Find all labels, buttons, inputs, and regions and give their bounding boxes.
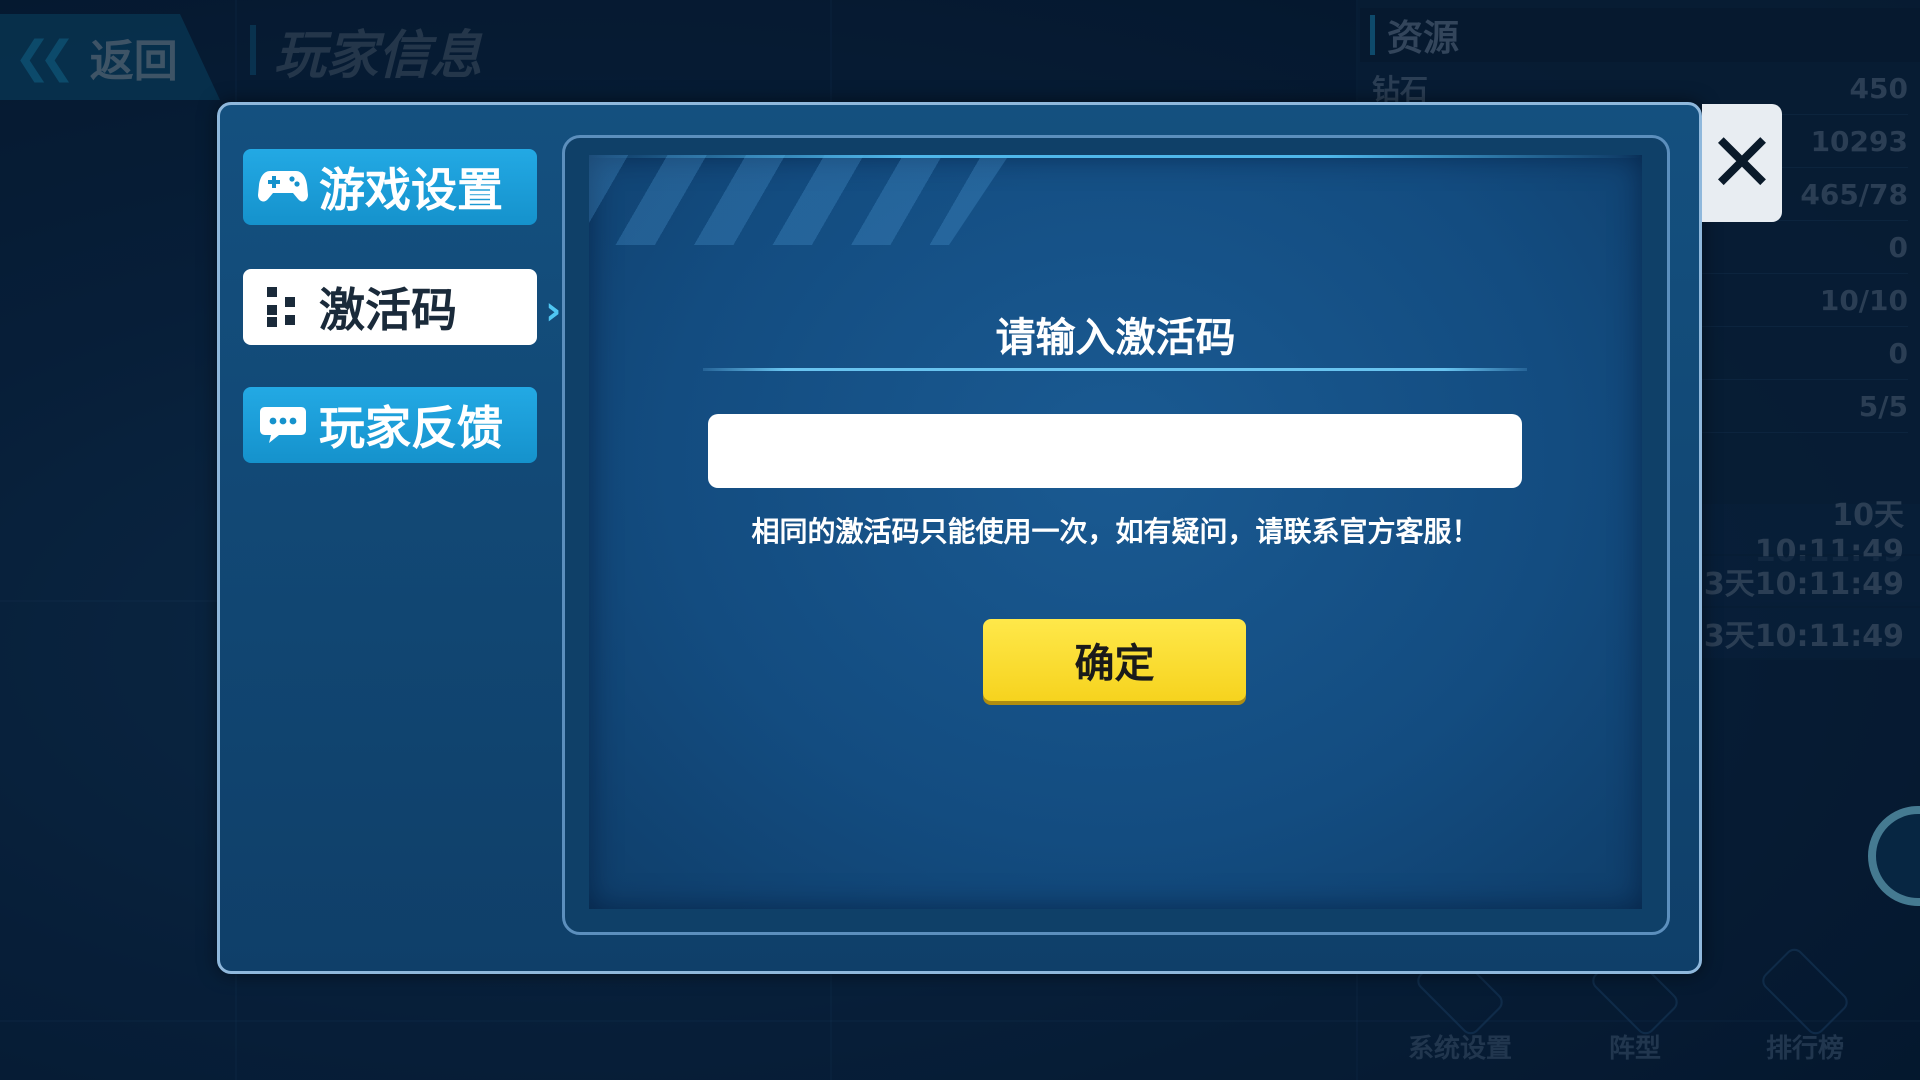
close-icon: ✕ (1707, 115, 1777, 211)
title-divider (703, 368, 1527, 371)
chat-bubble-icon (257, 399, 309, 451)
chevron-right-icon: › (545, 288, 562, 334)
code-icon (257, 281, 309, 333)
tab-label: 游戏设置 (319, 163, 503, 217)
tab-player-feedback[interactable]: 玩家反馈 (243, 387, 537, 463)
tab-label: 玩家反馈 (319, 401, 503, 455)
close-button[interactable]: ✕ (1702, 104, 1782, 222)
activation-title: 请输入激活码 (995, 315, 1236, 361)
game-screen: ❮❮ 返回 玩家信息 资源 钻石 450 10293 465/78 0 10/10… (0, 0, 1920, 1080)
tab-label: 激活码 (319, 283, 457, 337)
confirm-label: 确定 (1074, 641, 1155, 687)
decorative-glow (589, 155, 1642, 158)
activation-hint: 相同的激活码只能使用一次，如有疑问，请联系官方客服！ (751, 515, 1480, 548)
tab-game-settings[interactable]: 游戏设置 (243, 149, 537, 225)
confirm-button[interactable]: 确定 (983, 619, 1246, 701)
decorative-stripes (589, 155, 1009, 245)
tab-activation-code[interactable]: 激活码 (243, 269, 537, 345)
activation-code-input[interactable] (708, 414, 1522, 488)
gamepad-icon (257, 161, 309, 213)
